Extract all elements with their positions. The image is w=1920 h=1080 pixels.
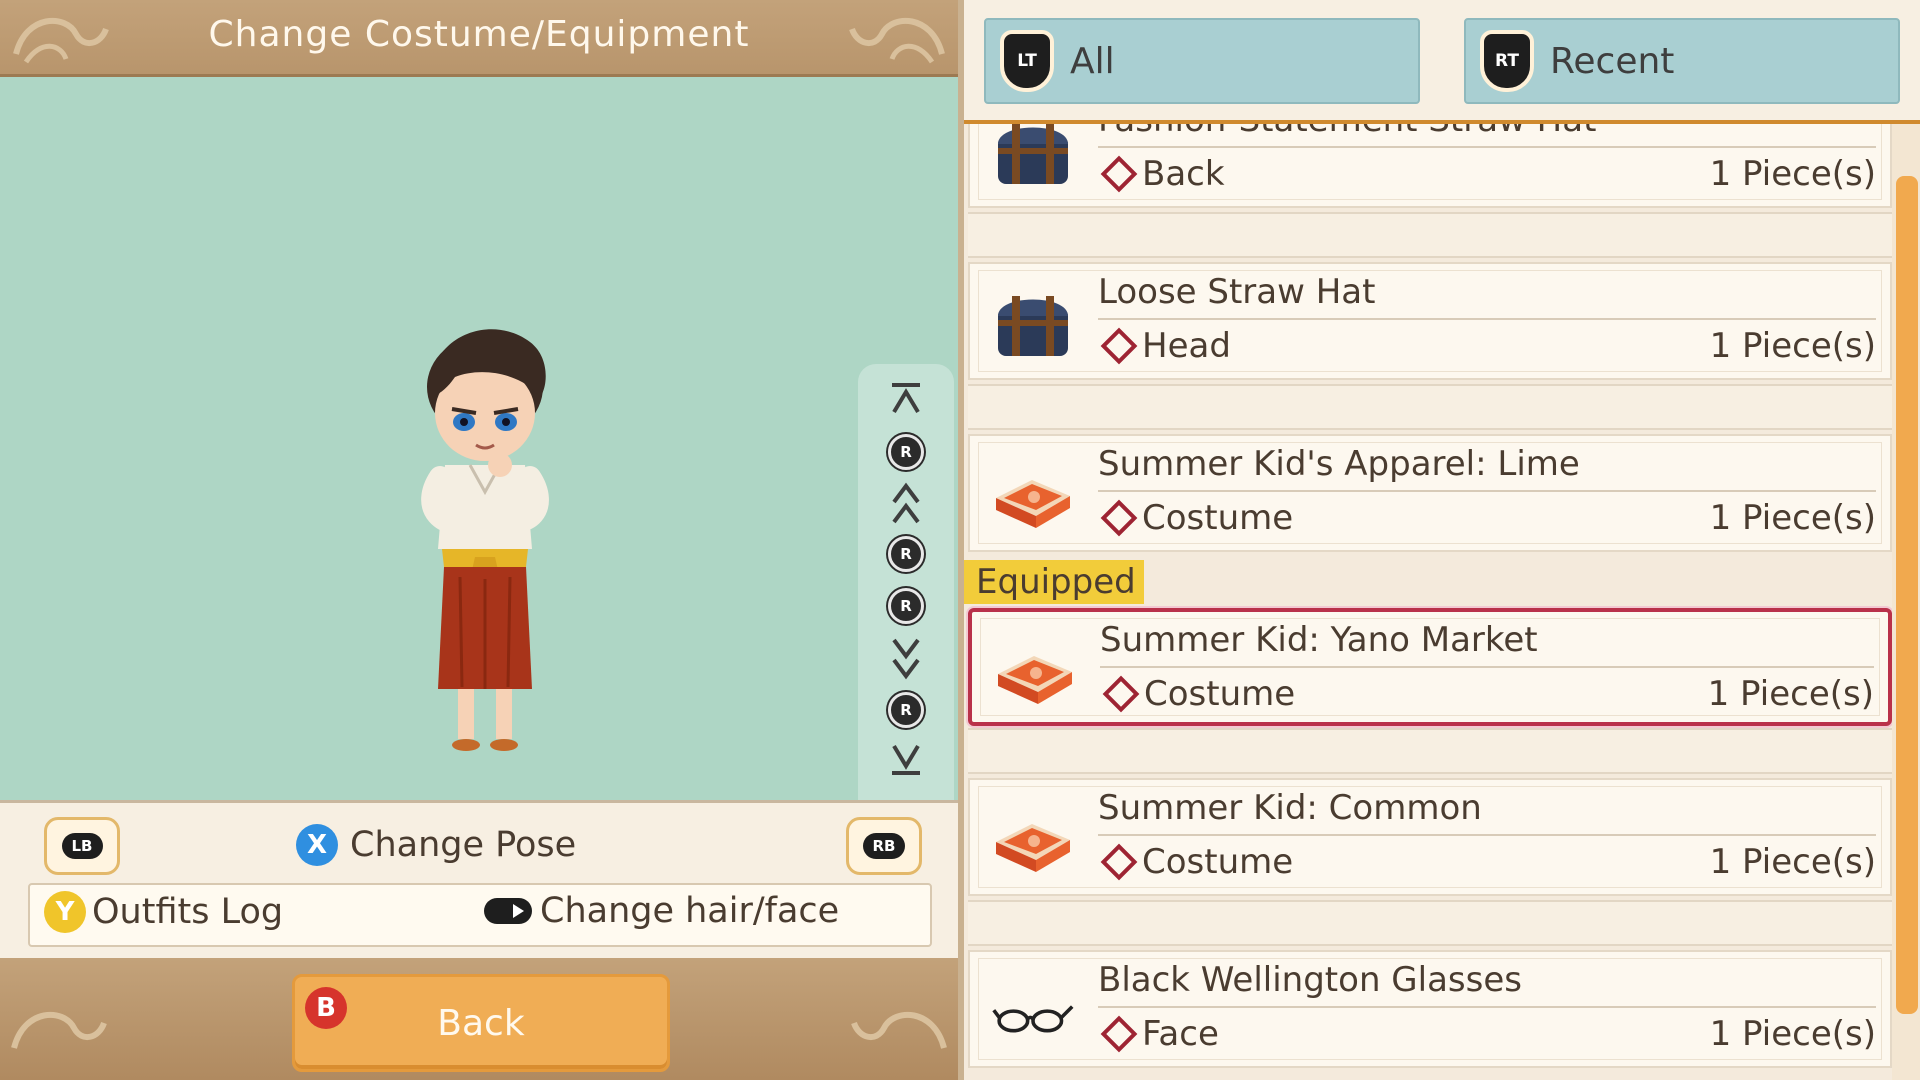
item-quantity: 1 Piece(s) [1709, 1014, 1876, 1054]
item-quantity: 1 Piece(s) [1709, 154, 1876, 194]
list-item-selected[interactable]: Summer Kid: Yano Market Costume 1 Piece(… [968, 608, 1892, 726]
item-slot: Costume [1098, 498, 1293, 538]
camera-rotate-strip: R R R R [858, 364, 954, 872]
character-preview-panel: Change Costume/Equipment R R R R LB X Ch… [0, 0, 958, 1080]
costume-box-icon [996, 480, 1070, 528]
item-name: Summer Kid's Apparel: Lime [1098, 444, 1876, 492]
x-button-icon: X [296, 824, 338, 866]
diamond-icon [1100, 327, 1138, 365]
secondary-controls: Y Outfits Log Change hair/face [28, 883, 932, 947]
rotate-right-icon[interactable]: R [884, 584, 928, 628]
ornament-bottom-right-icon [851, 1012, 947, 1049]
item-name: Summer Kid: Yano Market [1100, 620, 1874, 668]
item-quantity: 1 Piece(s) [1709, 842, 1876, 882]
item-slot: Costume [1098, 842, 1293, 882]
item-name: Summer Kid: Common [1098, 788, 1876, 836]
tab-all-label: All [1070, 40, 1115, 82]
lb-button[interactable]: LB [44, 817, 120, 875]
scrollbar-thumb[interactable] [1896, 176, 1918, 1014]
item-list: Fashion-Statement Straw Hat Back 1 Piece… [964, 90, 1894, 1080]
item-name: Black Wellington Glasses [1098, 960, 1876, 1008]
page-up-icon[interactable] [884, 482, 928, 526]
title-bar: Change Costume/Equipment [0, 0, 958, 77]
back-button[interactable]: B Back [292, 974, 670, 1072]
change-pose-label: Change Pose [350, 825, 577, 865]
item-quantity: 1 Piece(s) [1709, 326, 1876, 366]
outfits-log-button[interactable]: Y Outfits Log [44, 891, 283, 933]
item-name: Loose Straw Hat [1098, 272, 1876, 320]
diamond-icon [1100, 1015, 1138, 1053]
item-slot: Costume [1100, 674, 1295, 714]
change-hair-face-label: Change hair/face [540, 891, 840, 931]
list-item[interactable]: Loose Straw Hat Head 1 Piece(s) [968, 262, 1892, 380]
change-hair-face-button[interactable]: Change hair/face [484, 891, 839, 931]
y-button-icon: Y [44, 891, 86, 933]
item-list-panel: LT All RT Recent Fashion-Statement Straw… [964, 0, 1920, 1080]
ornament-bottom-left-icon [11, 1012, 107, 1049]
page-down-icon[interactable] [884, 636, 928, 680]
right-stick-icon [484, 898, 532, 924]
tab-all[interactable]: LT All [984, 18, 1420, 104]
item-slot: Back [1098, 154, 1225, 194]
costume-box-icon [998, 656, 1072, 704]
player-character [421, 329, 549, 751]
list-item[interactable]: Summer Kid's Apparel: Lime Costume 1 Pie… [968, 434, 1892, 552]
tab-recent-label: Recent [1550, 40, 1675, 82]
rotate-down-icon[interactable]: R [884, 688, 928, 732]
list-scrollbar[interactable] [1892, 124, 1920, 1080]
chest-icon [998, 296, 1068, 356]
lt-button-icon: LT [1000, 30, 1054, 92]
rb-button[interactable]: RB [846, 817, 922, 875]
diamond-icon [1100, 499, 1138, 537]
footer-bar: B Back [0, 958, 958, 1080]
scroll-top-icon[interactable] [884, 378, 928, 422]
list-item[interactable]: Summer Kid: Common Costume 1 Piece(s) [968, 778, 1892, 896]
back-label: Back [437, 1002, 525, 1044]
glasses-icon [992, 1005, 1074, 1033]
diamond-icon [1100, 843, 1138, 881]
chest-icon [998, 124, 1068, 184]
list-item[interactable]: Black Wellington Glasses Face 1 Piece(s) [968, 950, 1892, 1068]
item-slot: Head [1098, 326, 1231, 366]
item-slot: Face [1098, 1014, 1219, 1054]
change-pose-button[interactable]: X Change Pose [296, 821, 576, 869]
costume-box-icon [996, 824, 1070, 872]
rt-button-icon: RT [1480, 30, 1534, 92]
filter-tabs: LT All RT Recent [964, 0, 1920, 124]
diamond-icon [1100, 155, 1138, 193]
tab-recent[interactable]: RT Recent [1464, 18, 1900, 104]
rotate-up-icon[interactable]: R [884, 430, 928, 474]
outfits-log-label: Outfits Log [92, 892, 284, 932]
rotate-left-icon[interactable]: R [884, 532, 928, 576]
item-quantity: 1 Piece(s) [1709, 498, 1876, 538]
control-hints: LB X Change Pose RB Y Outfits Log Change… [0, 800, 958, 961]
scroll-bottom-icon[interactable] [884, 736, 928, 780]
item-quantity: 1 Piece(s) [1707, 674, 1874, 714]
b-button-icon: B [305, 987, 347, 1029]
equipped-badge: Equipped [964, 560, 1144, 604]
screen-title: Change Costume/Equipment [208, 14, 750, 55]
character-preview[interactable]: R R R R [0, 77, 958, 872]
diamond-icon [1102, 675, 1140, 713]
